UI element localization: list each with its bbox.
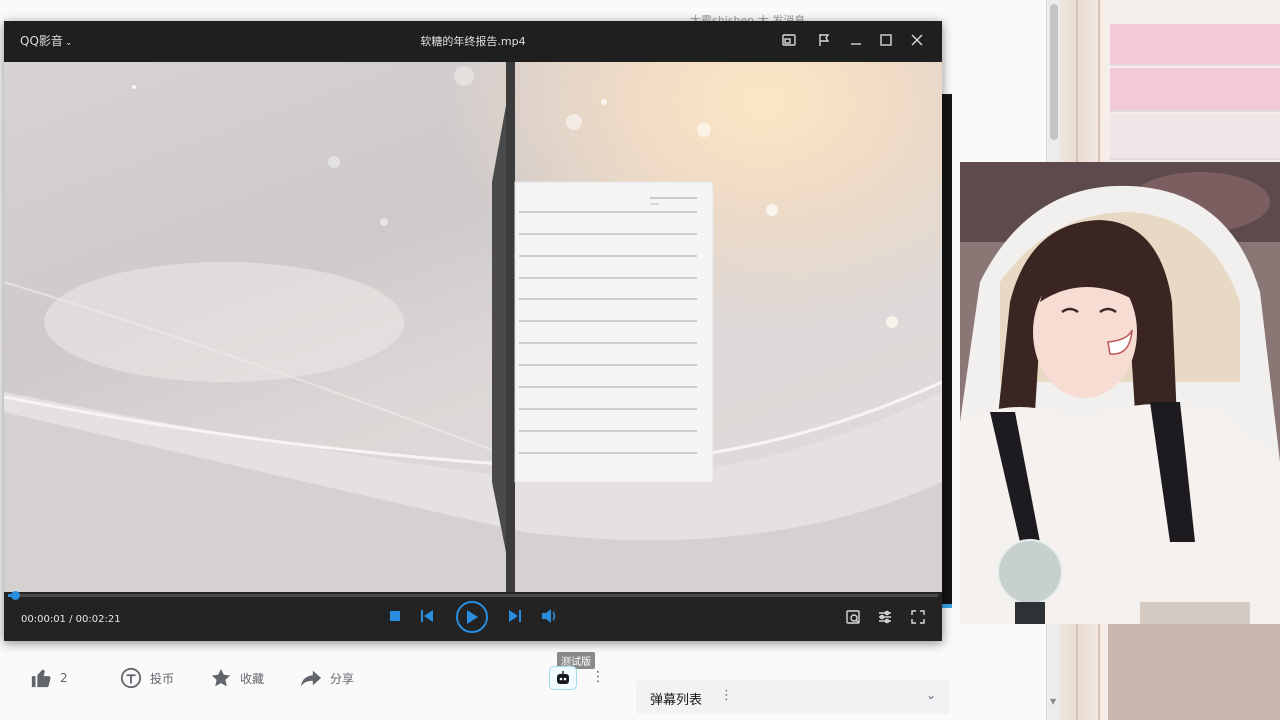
picture-in-picture-icon [782, 34, 796, 46]
minimize-icon [851, 43, 861, 45]
pin-icon [819, 34, 830, 46]
time-display: 00:00:01 / 00:02:21 [21, 614, 121, 625]
playback-controls: 00:00:01 / 00:02:21 [4, 591, 942, 641]
room-floor [1108, 624, 1280, 720]
screenshot-icon [846, 610, 860, 624]
danmaku-list-panel[interactable]: 弹幕列表 ⋮ ⌄ [636, 680, 950, 714]
webcam-feed [960, 162, 1280, 624]
sliders-icon [879, 610, 891, 624]
star-icon [211, 668, 231, 687]
like-count: 2 [60, 671, 68, 685]
player-titlebar[interactable]: QQ影音 ⌄ 软糖的年终报告.mp4 [4, 21, 942, 59]
qq-player-window[interactable]: QQ影音 ⌄ 软糖的年终报告.mp4 00:00:01 / 00:02:21 [4, 21, 942, 641]
maximize-icon [880, 34, 892, 46]
skip-next-icon [509, 610, 521, 622]
fullscreen-icon [911, 610, 925, 624]
progress-bar[interactable] [8, 591, 938, 600]
window-shadow [942, 94, 952, 608]
robot-icon [557, 671, 569, 684]
video-frame[interactable] [4, 62, 942, 592]
coin-button[interactable]: 投币 [120, 667, 174, 689]
danmaku-list-title: 弹幕列表 [650, 693, 703, 708]
window-accent-edge [942, 604, 952, 608]
pink-shelf [1110, 68, 1280, 112]
volume-button[interactable] [540, 608, 560, 624]
pink-shelf [1110, 24, 1280, 66]
close-icon [911, 34, 923, 46]
coin-label: 投币 [150, 671, 175, 686]
scrollbar-thumb[interactable] [1050, 4, 1058, 140]
minimize-button[interactable] [845, 30, 867, 50]
fullscreen-button[interactable] [909, 608, 927, 626]
video-action-bar: 2 投币 收藏 分享 [0, 652, 620, 702]
close-button[interactable] [906, 30, 928, 50]
progress-handle[interactable] [11, 591, 20, 600]
skip-previous-icon [421, 610, 433, 622]
share-icon [300, 670, 322, 687]
like-button[interactable]: 2 [30, 667, 68, 689]
favorite-label: 收藏 [240, 671, 265, 686]
coin-icon [120, 667, 142, 689]
mini-mode-button[interactable] [778, 30, 800, 50]
stop-button[interactable] [387, 608, 403, 624]
video-content [4, 62, 942, 592]
share-button[interactable]: 分享 [300, 667, 354, 689]
scroll-down-icon[interactable]: ▼ [1050, 697, 1056, 706]
previous-button[interactable] [418, 608, 436, 624]
favorite-button[interactable]: 收藏 [210, 667, 264, 689]
streamer-image [960, 162, 1280, 624]
thumbs-up-icon [31, 669, 51, 688]
ai-assistant-button[interactable] [549, 666, 577, 690]
settings-button[interactable] [876, 608, 894, 626]
pin-button[interactable] [813, 30, 835, 50]
maximize-button[interactable] [875, 30, 897, 50]
play-button[interactable] [456, 601, 488, 633]
danmaku-menu-icon[interactable]: ⋮ [720, 688, 733, 703]
file-title: 软糖的年终报告.mp4 [420, 35, 526, 48]
more-options-icon[interactable]: ⋮ [591, 670, 605, 684]
chevron-down-icon[interactable]: ⌄ [926, 688, 936, 702]
screenshot-button[interactable] [844, 608, 862, 626]
volume-icon [542, 609, 556, 623]
play-icon [467, 610, 478, 624]
next-button[interactable] [506, 608, 524, 624]
pink-shelf [1110, 114, 1280, 160]
share-label: 分享 [330, 671, 355, 686]
stop-icon [390, 611, 400, 621]
